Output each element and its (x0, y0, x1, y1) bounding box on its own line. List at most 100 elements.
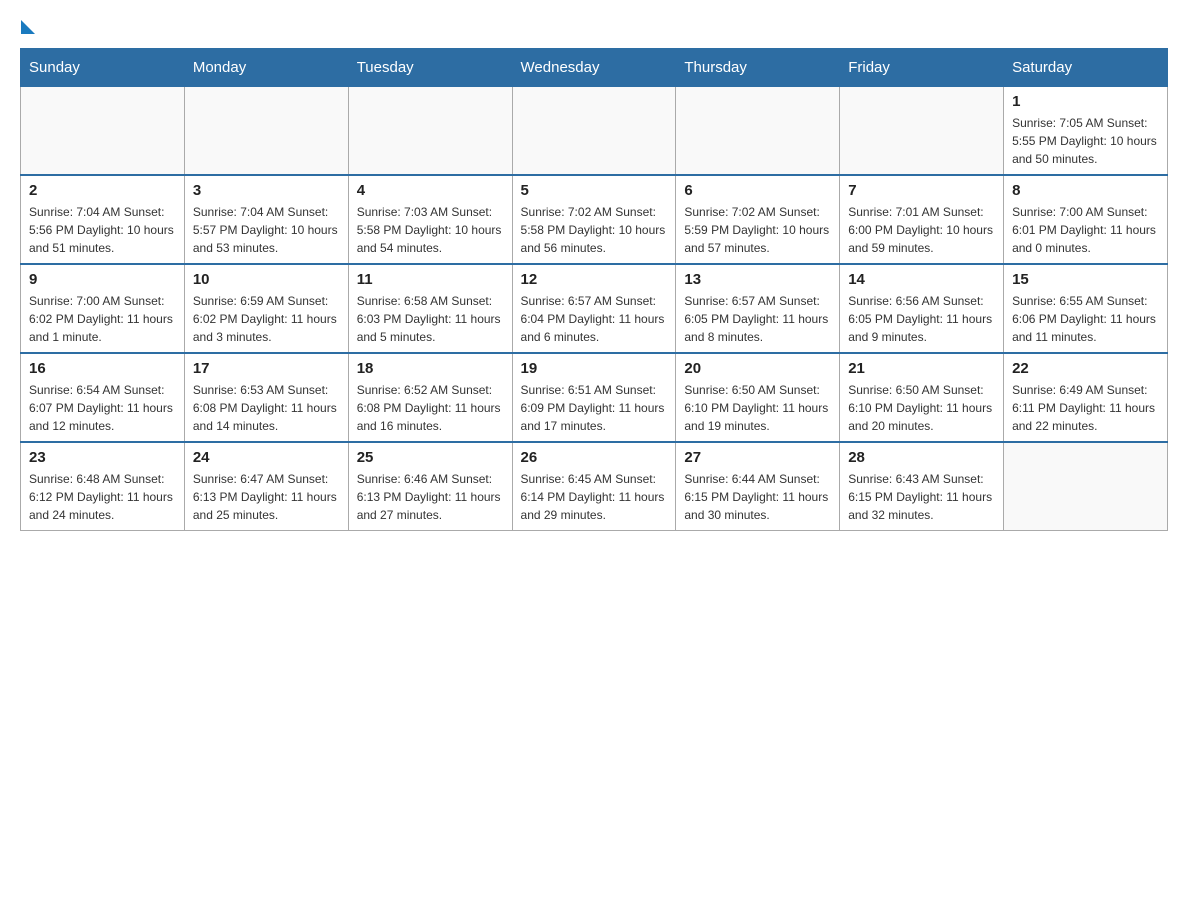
calendar-day-cell: 27Sunrise: 6:44 AM Sunset: 6:15 PM Dayli… (676, 442, 840, 531)
calendar-day-cell: 1 Sunrise: 7:05 AM Sunset: 5:55 PM Daylig… (1004, 87, 1168, 176)
day-info: Sunrise: 6:59 AM Sunset: 6:02 PM Dayligh… (193, 292, 340, 346)
calendar-day-cell (840, 87, 1004, 176)
day-info: Sunrise: 6:48 AM Sunset: 6:12 PM Dayligh… (29, 470, 176, 524)
day-info: Sunrise: 7:01 AM Sunset: 6:00 PM Dayligh… (848, 203, 995, 257)
day-number: 18 (357, 360, 504, 377)
day-number: 24 (193, 449, 340, 466)
day-info: Sunrise: 7:00 AM Sunset: 6:01 PM Dayligh… (1012, 203, 1159, 257)
day-number: 22 (1012, 360, 1159, 377)
calendar-day-cell: 13 Sunrise: 6:57 AM Sunset: 6:05 PM Dayli… (676, 264, 840, 353)
day-header-sunday: Sunday (21, 49, 185, 87)
calendar-day-cell: 28 Sunrise: 6:43 AM Sunset: 6:15 PM Dayli… (840, 442, 1004, 531)
calendar-day-cell: 21Sunrise: 6:50 AM Sunset: 6:10 PM Dayli… (840, 353, 1004, 442)
calendar-day-cell: 17 Sunrise: 6:53 AM Sunset: 6:08 PM Dayli… (184, 353, 348, 442)
day-info: Sunrise: 6:49 AM Sunset: 6:11 PM Dayligh… (1012, 381, 1159, 435)
calendar-day-cell: 15 Sunrise: 6:55 AM Sunset: 6:06 PM Dayli… (1004, 264, 1168, 353)
calendar-day-cell: 4 Sunrise: 7:03 AM Sunset: 5:58 PM Daylig… (348, 175, 512, 264)
logo-arrow-icon (21, 20, 35, 34)
calendar-day-cell: 6 Sunrise: 7:02 AM Sunset: 5:59 PM Daylig… (676, 175, 840, 264)
day-info: Sunrise: 6:46 AM Sunset: 6:13 PM Dayligh… (357, 470, 504, 524)
calendar-day-cell: 3 Sunrise: 7:04 AM Sunset: 5:57 PM Daylig… (184, 175, 348, 264)
calendar-day-cell: 23Sunrise: 6:48 AM Sunset: 6:12 PM Dayli… (21, 442, 185, 531)
calendar-day-cell: 24 Sunrise: 6:47 AM Sunset: 6:13 PM Dayli… (184, 442, 348, 531)
day-info: Sunrise: 7:02 AM Sunset: 5:59 PM Dayligh… (684, 203, 831, 257)
day-header-friday: Friday (840, 49, 1004, 87)
day-number: 10 (193, 271, 340, 288)
calendar-day-cell: 25 Sunrise: 6:46 AM Sunset: 6:13 PM Dayli… (348, 442, 512, 531)
calendar-day-cell: 18 Sunrise: 6:52 AM Sunset: 6:08 PM Dayli… (348, 353, 512, 442)
day-header-wednesday: Wednesday (512, 49, 676, 87)
day-number: 19 (521, 360, 668, 377)
day-info: Sunrise: 6:50 AM Sunset: 6:10 PM Dayligh… (684, 381, 831, 435)
day-number: 21 (848, 360, 995, 377)
day-info: Sunrise: 7:04 AM Sunset: 5:57 PM Dayligh… (193, 203, 340, 257)
day-info: Sunrise: 6:53 AM Sunset: 6:08 PM Dayligh… (193, 381, 340, 435)
day-number: 17 (193, 360, 340, 377)
day-info: Sunrise: 6:47 AM Sunset: 6:13 PM Dayligh… (193, 470, 340, 524)
day-number: 16 (29, 360, 176, 377)
day-info: Sunrise: 6:54 AM Sunset: 6:07 PM Dayligh… (29, 381, 176, 435)
day-info: Sunrise: 6:52 AM Sunset: 6:08 PM Dayligh… (357, 381, 504, 435)
day-number: 8 (1012, 182, 1159, 199)
calendar-day-cell: 10 Sunrise: 6:59 AM Sunset: 6:02 PM Dayli… (184, 264, 348, 353)
day-info: Sunrise: 7:05 AM Sunset: 5:55 PM Dayligh… (1012, 114, 1159, 168)
day-header-monday: Monday (184, 49, 348, 87)
day-header-saturday: Saturday (1004, 49, 1168, 87)
day-number: 4 (357, 182, 504, 199)
calendar-day-cell: 14 Sunrise: 6:56 AM Sunset: 6:05 PM Dayli… (840, 264, 1004, 353)
day-number: 1 (1012, 93, 1159, 110)
calendar-day-cell: 5 Sunrise: 7:02 AM Sunset: 5:58 PM Daylig… (512, 175, 676, 264)
calendar-day-cell: 7 Sunrise: 7:01 AM Sunset: 6:00 PM Daylig… (840, 175, 1004, 264)
day-info: Sunrise: 6:44 AM Sunset: 6:15 PM Dayligh… (684, 470, 831, 524)
calendar-day-cell: 2 Sunrise: 7:04 AM Sunset: 5:56 PM Daylig… (21, 175, 185, 264)
day-info: Sunrise: 7:03 AM Sunset: 5:58 PM Dayligh… (357, 203, 504, 257)
calendar-week-row: 23Sunrise: 6:48 AM Sunset: 6:12 PM Dayli… (21, 442, 1168, 531)
calendar-day-cell: 22 Sunrise: 6:49 AM Sunset: 6:11 PM Dayli… (1004, 353, 1168, 442)
calendar-day-cell (512, 87, 676, 176)
day-info: Sunrise: 6:57 AM Sunset: 6:04 PM Dayligh… (521, 292, 668, 346)
day-info: Sunrise: 7:00 AM Sunset: 6:02 PM Dayligh… (29, 292, 176, 346)
calendar-week-row: 2 Sunrise: 7:04 AM Sunset: 5:56 PM Daylig… (21, 175, 1168, 264)
calendar-day-cell (676, 87, 840, 176)
calendar-day-cell (1004, 442, 1168, 531)
day-number: 15 (1012, 271, 1159, 288)
day-info: Sunrise: 6:57 AM Sunset: 6:05 PM Dayligh… (684, 292, 831, 346)
calendar-week-row: 9 Sunrise: 7:00 AM Sunset: 6:02 PM Daylig… (21, 264, 1168, 353)
day-header-tuesday: Tuesday (348, 49, 512, 87)
day-number: 2 (29, 182, 176, 199)
calendar-day-cell (21, 87, 185, 176)
day-info: Sunrise: 6:56 AM Sunset: 6:05 PM Dayligh… (848, 292, 995, 346)
day-info: Sunrise: 7:04 AM Sunset: 5:56 PM Dayligh… (29, 203, 176, 257)
day-info: Sunrise: 6:43 AM Sunset: 6:15 PM Dayligh… (848, 470, 995, 524)
day-header-thursday: Thursday (676, 49, 840, 87)
page-header (20, 20, 1168, 38)
calendar-day-cell: 12Sunrise: 6:57 AM Sunset: 6:04 PM Dayli… (512, 264, 676, 353)
day-number: 9 (29, 271, 176, 288)
day-number: 5 (521, 182, 668, 199)
day-number: 3 (193, 182, 340, 199)
day-info: Sunrise: 6:45 AM Sunset: 6:14 PM Dayligh… (521, 470, 668, 524)
calendar-day-cell: 26 Sunrise: 6:45 AM Sunset: 6:14 PM Dayli… (512, 442, 676, 531)
day-number: 6 (684, 182, 831, 199)
calendar-header-row: SundayMondayTuesdayWednesdayThursdayFrid… (21, 49, 1168, 87)
day-info: Sunrise: 7:02 AM Sunset: 5:58 PM Dayligh… (521, 203, 668, 257)
calendar-day-cell (348, 87, 512, 176)
day-number: 13 (684, 271, 831, 288)
day-number: 25 (357, 449, 504, 466)
day-number: 7 (848, 182, 995, 199)
day-number: 28 (848, 449, 995, 466)
calendar-week-row: 1 Sunrise: 7:05 AM Sunset: 5:55 PM Daylig… (21, 87, 1168, 176)
calendar-day-cell: 19Sunrise: 6:51 AM Sunset: 6:09 PM Dayli… (512, 353, 676, 442)
calendar-day-cell: 16 Sunrise: 6:54 AM Sunset: 6:07 PM Dayli… (21, 353, 185, 442)
calendar-day-cell (184, 87, 348, 176)
day-info: Sunrise: 6:55 AM Sunset: 6:06 PM Dayligh… (1012, 292, 1159, 346)
day-number: 11 (357, 271, 504, 288)
logo (20, 20, 35, 38)
calendar-day-cell: 9 Sunrise: 7:00 AM Sunset: 6:02 PM Daylig… (21, 264, 185, 353)
day-number: 20 (684, 360, 831, 377)
day-number: 14 (848, 271, 995, 288)
calendar-week-row: 16 Sunrise: 6:54 AM Sunset: 6:07 PM Dayli… (21, 353, 1168, 442)
day-number: 26 (521, 449, 668, 466)
calendar-day-cell: 8 Sunrise: 7:00 AM Sunset: 6:01 PM Daylig… (1004, 175, 1168, 264)
day-info: Sunrise: 6:58 AM Sunset: 6:03 PM Dayligh… (357, 292, 504, 346)
